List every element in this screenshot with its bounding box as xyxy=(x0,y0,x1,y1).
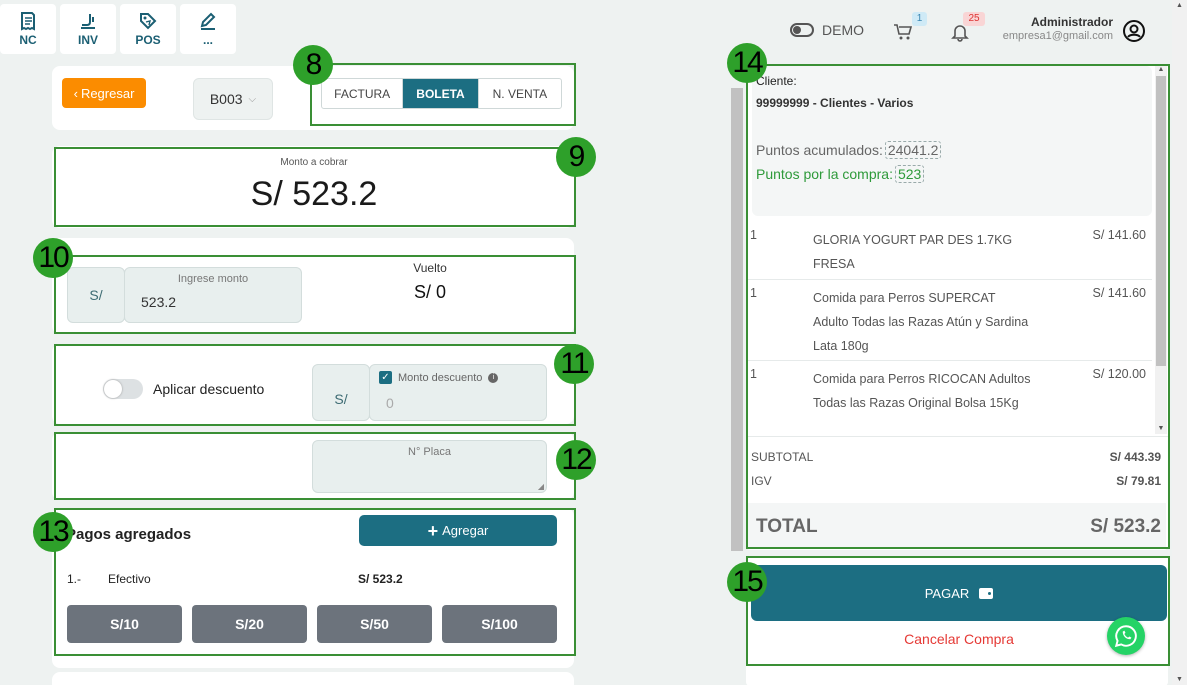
annotation-9: 9 xyxy=(556,137,596,177)
doc-type-boleta[interactable]: BOLETA xyxy=(403,79,479,108)
currency-prefix: S/ xyxy=(67,267,125,323)
doc-type-selector[interactable]: FACTURA BOLETA N. VENTA xyxy=(321,78,562,109)
payment-row-method: Efectivo xyxy=(108,572,151,586)
plus-icon: + xyxy=(427,520,439,541)
user-avatar[interactable] xyxy=(1122,19,1146,43)
chevron-left-icon: ‹ xyxy=(73,85,78,101)
quick-action-label: NC xyxy=(19,33,37,47)
whatsapp-button[interactable] xyxy=(1107,617,1145,655)
cart-button[interactable] xyxy=(893,22,913,42)
tag-icon xyxy=(140,13,157,30)
add-payment-label: Agregar xyxy=(442,523,489,538)
demo-toggle[interactable]: DEMO xyxy=(790,22,864,38)
toggle-knob xyxy=(104,380,122,398)
pay-button[interactable]: PAGAR xyxy=(751,565,1167,621)
page-scroll-up-icon: ▲ xyxy=(1176,2,1183,9)
doc-type-nventa[interactable]: N. VENTA xyxy=(479,79,561,108)
discount-checkbox-label: Monto descuento xyxy=(398,371,483,384)
change-label: Vuelto xyxy=(413,261,447,275)
annotation-11: 11 xyxy=(554,344,594,384)
user-name: Administrador xyxy=(1030,15,1113,29)
info-icon: i xyxy=(488,372,499,383)
cancel-purchase-link[interactable]: Cancelar Compra xyxy=(751,631,1167,647)
annotation-13: 13 xyxy=(33,512,73,552)
annotation-10: 10 xyxy=(33,238,73,278)
payment-input-value: 523.2 xyxy=(141,294,177,310)
quick-action-more[interactable]: ... xyxy=(180,4,236,54)
annotation-box-14 xyxy=(746,64,1170,549)
quick-amount-50[interactable]: S/50 xyxy=(317,605,432,643)
quick-action-label: POS xyxy=(135,33,161,47)
quick-action-label: ... xyxy=(202,33,213,47)
quick-action-nc[interactable]: NC xyxy=(0,4,56,54)
resize-handle-icon: ◢ xyxy=(537,482,544,491)
toggle-icon xyxy=(790,23,814,37)
quick-action-label: INV xyxy=(77,33,98,47)
next-card-edge xyxy=(52,672,574,685)
cart-icon xyxy=(894,24,913,40)
user-circle-icon xyxy=(1123,20,1145,42)
series-select[interactable]: B003 ⌵ xyxy=(193,78,273,120)
wallet-icon xyxy=(979,587,994,599)
user-info[interactable]: Administrador empresa1@gmail.com xyxy=(990,15,1113,42)
receipt-icon xyxy=(21,12,35,31)
quick-amount-100[interactable]: S/100 xyxy=(442,605,557,643)
page-scroll-down-icon: ▼ xyxy=(1176,676,1183,683)
series-value: B003 xyxy=(209,91,243,107)
amount-label: Monto a cobrar xyxy=(280,157,348,168)
discount-amount-input[interactable]: ✓ Monto descuento i 0 xyxy=(369,364,547,421)
change-value: S/ 0 xyxy=(413,282,447,302)
annotation-15: 15 xyxy=(727,562,767,602)
whatsapp-icon xyxy=(1114,625,1137,648)
quick-amount-10[interactable]: S/10 xyxy=(67,605,182,643)
amount-value: S/ 523.2 xyxy=(250,175,378,213)
plate-label: N° Placa xyxy=(408,446,451,458)
payment-row-amount: S/ 523.2 xyxy=(358,572,403,586)
cart-badge: 1 xyxy=(912,12,927,26)
bell-badge: 25 xyxy=(963,12,985,26)
payment-input-label: Ingrese monto xyxy=(177,273,249,285)
payment-row-index: 1.- xyxy=(67,572,82,586)
doc-type-factura[interactable]: FACTURA xyxy=(322,79,404,108)
left-scroll-track[interactable] xyxy=(731,88,743,551)
back-button[interactable]: ‹ Regresar xyxy=(62,78,146,108)
payments-title: Pagos agregados xyxy=(66,526,192,543)
pay-button-label: PAGAR xyxy=(924,585,970,601)
plate-input[interactable]: N° Placa ◢ xyxy=(312,440,547,493)
discount-toggle-label: Aplicar descuento xyxy=(153,381,265,397)
quick-action-pos[interactable]: POS xyxy=(120,4,176,54)
payment-amount-input[interactable]: Ingrese monto 523.2 xyxy=(124,267,302,323)
quick-action-inv[interactable]: INV xyxy=(60,4,116,54)
discount-placeholder: 0 xyxy=(386,395,394,411)
edit-icon xyxy=(200,12,216,30)
checkbox-checked[interactable]: ✓ xyxy=(379,371,392,384)
add-payment-button[interactable]: + Agregar xyxy=(359,515,557,546)
discount-toggle[interactable] xyxy=(103,379,143,399)
discount-currency: S/ xyxy=(312,364,370,421)
back-button-label: Regresar xyxy=(80,85,135,101)
annotation-14: 14 xyxy=(727,43,767,83)
chevron-down-icon: ⌵ xyxy=(248,93,257,105)
demo-label: DEMO xyxy=(822,22,864,38)
user-email: empresa1@gmail.com xyxy=(1002,30,1113,42)
annotation-12: 12 xyxy=(556,440,596,480)
quick-amount-20[interactable]: S/20 xyxy=(192,605,307,643)
annotation-8: 8 xyxy=(293,45,333,85)
inventory-icon xyxy=(81,14,95,29)
page-scrollbar[interactable]: ▲ ▼ xyxy=(1172,0,1187,685)
